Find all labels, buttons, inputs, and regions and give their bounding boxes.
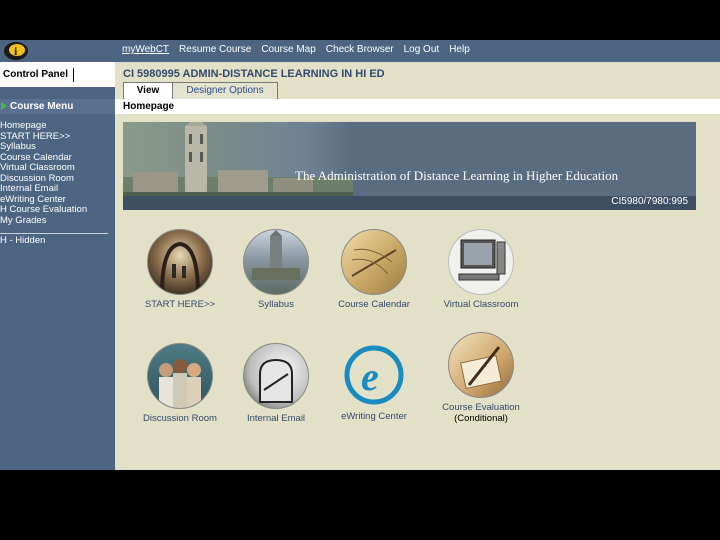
icon-label: START HERE>> xyxy=(144,299,216,310)
nav-course-map[interactable]: Course Map xyxy=(261,43,315,57)
campus-photo-icon xyxy=(243,229,309,295)
course-menu-title: Course Menu xyxy=(10,101,74,112)
e-logo-icon: e xyxy=(342,343,406,407)
nav-log-out[interactable]: Log Out xyxy=(404,43,440,57)
computer-icon xyxy=(448,229,514,295)
icon-internal-email[interactable]: Internal Email xyxy=(221,343,331,424)
svg-text:e: e xyxy=(361,354,379,399)
sidebar-item-homepage[interactable]: Homepage xyxy=(0,120,115,132)
icon-label: Virtual Classroom xyxy=(443,299,519,310)
tab-strip: View Designer Options xyxy=(115,80,720,100)
icon-label: eWriting Center xyxy=(341,411,407,422)
webct-logo-icon: i xyxy=(4,42,28,60)
nav-check-browser[interactable]: Check Browser xyxy=(326,43,394,57)
icon-label: Syllabus xyxy=(258,299,294,310)
sidebar-item-my-grades[interactable]: My Grades xyxy=(0,215,115,227)
sidebar-item-internal-email[interactable]: Internal Email xyxy=(0,183,115,195)
divider xyxy=(73,68,74,82)
banner-code-bar xyxy=(123,196,696,210)
icon-ewriting-center[interactable]: e eWriting Center xyxy=(319,343,429,422)
icon-course-calendar[interactable]: Course Calendar xyxy=(319,229,429,310)
tab-designer-options[interactable]: Designer Options xyxy=(172,82,278,100)
nav-mywebct[interactable]: myWebCT xyxy=(122,43,169,57)
icon-label: Course Calendar xyxy=(338,299,410,310)
mailbox-icon xyxy=(243,343,309,409)
webct-screen: i myWebCT Resume Course Course Map Check… xyxy=(0,40,720,470)
icon-syllabus[interactable]: Syllabus xyxy=(221,229,331,310)
icon-label: Internal Email xyxy=(246,413,306,424)
course-code: CI5980/7980:995 xyxy=(611,196,688,207)
breadcrumb-bar: Homepage xyxy=(115,99,720,114)
top-nav-bar: i myWebCT Resume Course Course Map Check… xyxy=(0,40,720,62)
writing-hand-icon xyxy=(341,229,407,295)
banner-title: The Administration of Distance Learning … xyxy=(295,168,619,183)
tab-view[interactable]: View xyxy=(123,82,173,100)
arrow-right-icon xyxy=(1,102,7,110)
course-sidebar: Course Menu Homepage START HERE>> Syllab… xyxy=(0,87,115,470)
icon-label: Discussion Room xyxy=(143,413,217,424)
top-nav-links: myWebCT Resume Course Course Map Check B… xyxy=(122,43,470,57)
icon-discussion-room[interactable]: Discussion Room xyxy=(125,343,235,424)
sidebar-divider xyxy=(0,233,108,234)
conditional-note: (Conditional) xyxy=(454,413,508,424)
course-title: CI 5980995 ADMIN-DISTANCE LEARNING IN HI… xyxy=(123,68,385,80)
course-banner: The Administration of Distance Learning … xyxy=(123,122,696,210)
sidebar-item-syllabus[interactable]: Syllabus xyxy=(0,141,115,153)
hidden-legend: H - Hidden xyxy=(0,235,46,246)
sidebar-item-virtual-classroom[interactable]: Virtual Classroom xyxy=(0,162,115,174)
students-photo-icon xyxy=(147,343,213,409)
nav-help[interactable]: Help xyxy=(449,43,470,57)
nav-resume-course[interactable]: Resume Course xyxy=(179,43,251,57)
control-panel-area: Control Panel xyxy=(0,62,115,87)
tunnel-photo-icon xyxy=(147,229,213,295)
control-panel-link[interactable]: Control Panel xyxy=(3,69,68,80)
breadcrumb: Homepage xyxy=(123,101,175,112)
sidebar-item-course-evaluation[interactable]: H Course Evaluation xyxy=(0,204,115,216)
course-menu-list: Homepage START HERE>> Syllabus Course Ca… xyxy=(0,120,115,227)
icon-course-evaluation[interactable]: Course Evaluation (Conditional) xyxy=(426,332,536,424)
icon-virtual-classroom[interactable]: Virtual Classroom xyxy=(426,229,536,310)
writing-desk-icon xyxy=(448,332,514,398)
icon-start-here[interactable]: START HERE>> xyxy=(125,229,235,310)
icon-label: Course Evaluation xyxy=(442,402,520,413)
